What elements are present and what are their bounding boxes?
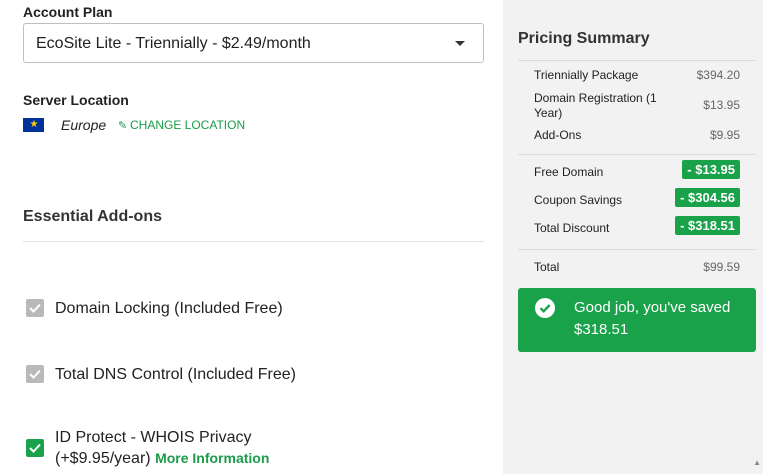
pricing-row-name: Triennially Package bbox=[534, 68, 639, 82]
change-location-label: CHANGE LOCATION bbox=[130, 118, 246, 132]
discount-badge: - $304.56 bbox=[675, 188, 740, 207]
pencil-icon: ✎ bbox=[118, 120, 128, 132]
total-label: Total bbox=[534, 260, 560, 274]
account-plan-label: Account Plan bbox=[23, 4, 113, 20]
pricing-row-name: Domain Registration (1 Year) bbox=[534, 91, 657, 120]
addon-price: (+$9.95/year) bbox=[55, 450, 151, 467]
pricing-summary-title: Pricing Summary bbox=[518, 30, 650, 47]
pricing-summary-panel: Pricing Summary Triennially Package $394… bbox=[503, 0, 763, 474]
total-amount: $99.59 bbox=[703, 260, 740, 274]
essential-addons-title: Essential Add-ons bbox=[23, 208, 162, 225]
addon-label: Total DNS Control (Included Free) bbox=[55, 366, 296, 383]
discount-row-name: Coupon Savings bbox=[534, 193, 623, 207]
divider bbox=[518, 249, 756, 250]
discount-row-name: Free Domain bbox=[534, 165, 604, 179]
divider bbox=[518, 60, 756, 61]
change-location-link[interactable]: ✎ CHANGE LOCATION bbox=[118, 118, 245, 132]
discount-badge: - $13.95 bbox=[682, 160, 740, 179]
checkbox-icon[interactable] bbox=[26, 439, 44, 457]
order-form: Account Plan EcoSite Lite - Triennially … bbox=[0, 0, 503, 474]
pricing-row-amount: $13.95 bbox=[703, 98, 740, 112]
check-circle-icon bbox=[535, 298, 555, 318]
addon-label-line1: ID Protect - WHOIS Privacy bbox=[55, 429, 252, 446]
pricing-row-name: Add-Ons bbox=[534, 128, 582, 142]
checkbox-icon bbox=[26, 365, 44, 383]
savings-message: Good job, you've saved $318.51 bbox=[574, 299, 731, 338]
addon-label: ID Protect - WHOIS Privacy (+$9.95/year)… bbox=[55, 428, 269, 469]
pricing-row-amount: $394.20 bbox=[696, 68, 740, 82]
addon-label: Domain Locking (Included Free) bbox=[55, 300, 283, 317]
server-location-value: Europe bbox=[61, 117, 107, 133]
discount-badge: - $318.51 bbox=[675, 216, 740, 235]
account-plan-value: EcoSite Lite - Triennially - $2.49/month bbox=[36, 35, 311, 52]
checkbox-icon bbox=[26, 299, 44, 317]
divider bbox=[518, 154, 756, 155]
savings-banner: Good job, you've saved $318.51 bbox=[518, 288, 756, 352]
server-location-label: Server Location bbox=[23, 92, 129, 108]
caret-down-icon bbox=[455, 41, 465, 46]
scroll-arrow-icon[interactable]: ▲ bbox=[753, 458, 761, 467]
pricing-row-amount: $9.95 bbox=[709, 128, 740, 142]
more-information-link[interactable]: More Information bbox=[155, 450, 269, 466]
eu-flag-icon: ★ bbox=[23, 118, 44, 132]
divider bbox=[23, 241, 484, 242]
discount-row-name: Total Discount bbox=[534, 221, 610, 235]
account-plan-select[interactable]: EcoSite Lite - Triennially - $2.49/month bbox=[23, 23, 484, 63]
